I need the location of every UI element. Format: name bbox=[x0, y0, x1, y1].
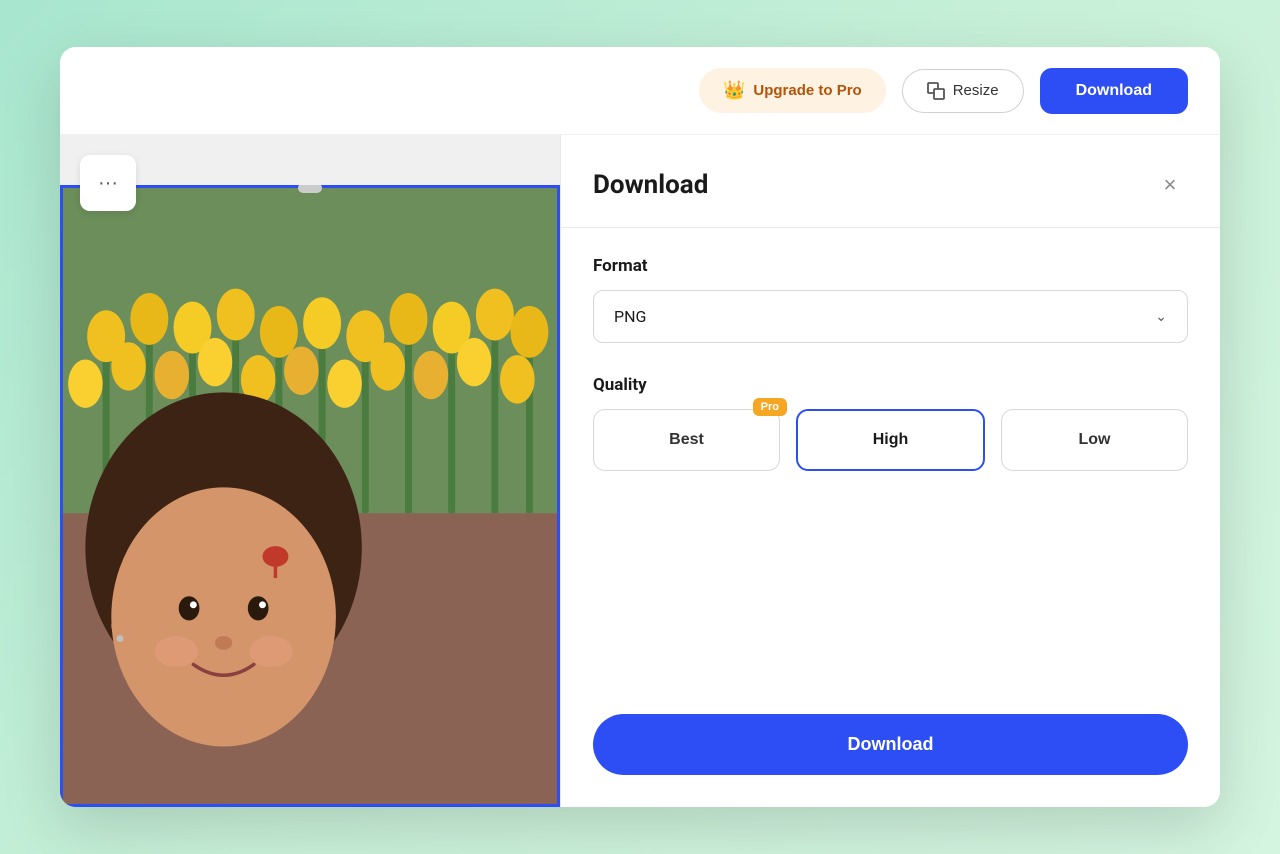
quality-low-label: Low bbox=[1079, 431, 1111, 448]
download-action-label: Download bbox=[848, 734, 934, 754]
close-button[interactable]: × bbox=[1152, 167, 1188, 203]
format-select[interactable]: PNG ⌄ bbox=[593, 290, 1188, 343]
quality-best-label: Best bbox=[669, 431, 704, 448]
quality-options: Pro Best High Low bbox=[593, 409, 1188, 471]
close-icon: × bbox=[1164, 172, 1177, 198]
crown-icon: 👑 bbox=[723, 80, 745, 101]
upgrade-label: Upgrade to Pro bbox=[753, 82, 861, 99]
resize-icon bbox=[927, 82, 945, 100]
quality-high-button[interactable]: High bbox=[796, 409, 985, 471]
chevron-down-icon: ⌄ bbox=[1155, 309, 1167, 325]
main-content: ··· bbox=[60, 135, 1220, 807]
editor-area: ··· bbox=[60, 135, 560, 807]
image-container bbox=[60, 185, 560, 807]
upgrade-pro-button[interactable]: 👑 Upgrade to Pro bbox=[699, 68, 886, 113]
app-window: 👑 Upgrade to Pro Resize Download ··· bbox=[60, 47, 1220, 807]
download-action-button[interactable]: Download bbox=[593, 714, 1188, 775]
format-selected-value: PNG bbox=[614, 307, 646, 326]
format-dropdown: PNG ⌄ bbox=[593, 290, 1188, 343]
quality-low-button[interactable]: Low bbox=[1001, 409, 1188, 471]
resize-label: Resize bbox=[953, 82, 999, 99]
quality-best-button[interactable]: Pro Best bbox=[593, 409, 780, 471]
top-bar: 👑 Upgrade to Pro Resize Download bbox=[60, 47, 1220, 135]
header-download-button[interactable]: Download bbox=[1040, 68, 1188, 114]
more-options-button[interactable]: ··· bbox=[80, 155, 136, 211]
more-dots: ··· bbox=[98, 172, 118, 195]
download-panel: Download × Format PNG ⌄ Quality Pro Bes bbox=[560, 135, 1220, 807]
format-label: Format bbox=[593, 256, 1188, 276]
divider bbox=[561, 227, 1220, 228]
quality-label: Quality bbox=[593, 375, 1188, 395]
quality-high-label: High bbox=[873, 431, 909, 448]
panel-header: Download × bbox=[593, 167, 1188, 203]
header-download-label: Download bbox=[1076, 82, 1152, 99]
panel-title: Download bbox=[593, 170, 708, 200]
pro-badge: Pro bbox=[753, 398, 787, 416]
resize-button[interactable]: Resize bbox=[902, 69, 1024, 113]
photo-svg bbox=[60, 185, 560, 807]
